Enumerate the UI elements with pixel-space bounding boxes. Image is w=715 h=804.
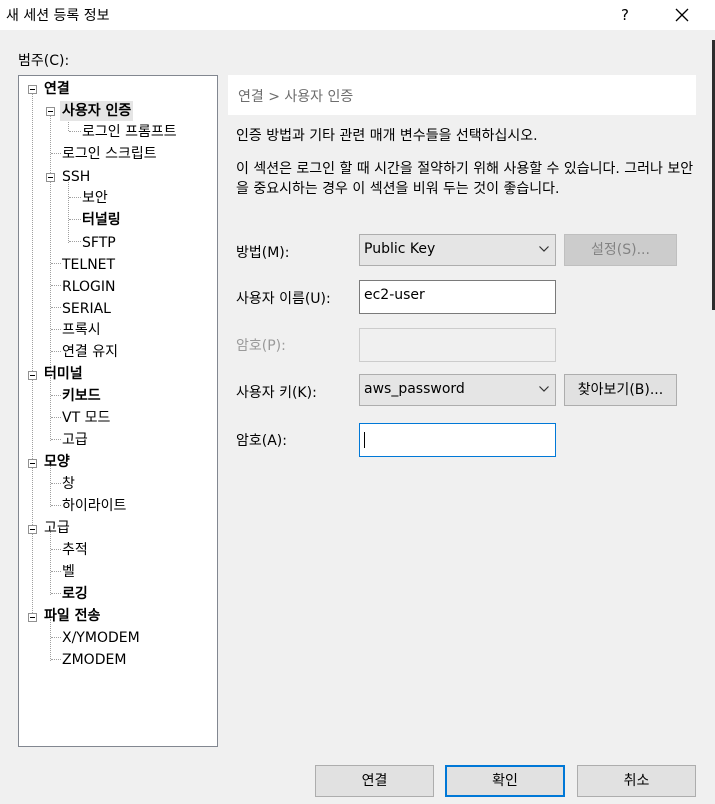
- tree-item-advanced[interactable]: 고급: [44, 518, 70, 538]
- tree-item-user-auth[interactable]: 사용자 인증: [60, 101, 134, 121]
- tree-item-security[interactable]: 보안: [82, 188, 108, 208]
- ok-button[interactable]: 확인: [445, 765, 565, 797]
- tree-item-file-transfer[interactable]: 파일 전송: [44, 606, 100, 626]
- tree-item-login-prompt[interactable]: 로그인 프롬프트: [82, 122, 177, 142]
- tree-connector: [51, 593, 61, 594]
- tree-item-vt-mode[interactable]: VT 모드: [62, 408, 110, 428]
- tree-connector: [51, 505, 61, 506]
- tree-item-telnet[interactable]: TELNET: [62, 255, 115, 275]
- tree-connector: [68, 179, 69, 243]
- tree-item-bell[interactable]: 벨: [62, 562, 75, 582]
- tree-item-keyboard[interactable]: 키보드: [62, 386, 101, 406]
- tree-item-tunneling[interactable]: 터널링: [82, 210, 121, 230]
- description-note: 이 섹션은 로그인 할 때 시간을 절약하기 위해 사용할 수 있습니다. 그러…: [236, 161, 694, 197]
- chevron-down-icon: [539, 386, 549, 392]
- collapse-toggle-icon[interactable]: [28, 85, 37, 94]
- tree-item-keepalive[interactable]: 연결 유지: [62, 342, 118, 362]
- category-tree[interactable]: 연결 사용자 인증 로그인 프롬프트 로그인 스크립트 SSH 보안 터널링 S…: [18, 75, 218, 747]
- tree-item-zmodem[interactable]: ZMODEM: [62, 650, 126, 670]
- tree-item-sftp[interactable]: SFTP: [82, 233, 116, 253]
- password-label: 암호(P):: [236, 338, 286, 354]
- tree-connector: [51, 659, 61, 660]
- tree-connector: [50, 531, 51, 595]
- tree-item-appearance[interactable]: 모양: [44, 452, 70, 472]
- tree-item-xymodem[interactable]: X/YMODEM: [62, 628, 140, 648]
- username-field[interactable]: ec2-user: [359, 280, 556, 314]
- tree-connector: [51, 285, 61, 286]
- method-label: 방법(M):: [236, 245, 290, 261]
- collapse-toggle-icon[interactable]: [28, 613, 37, 622]
- cancel-button[interactable]: 취소: [577, 765, 696, 797]
- userkey-label: 사용자 키(K):: [236, 385, 317, 401]
- close-button[interactable]: [666, 2, 698, 28]
- tree-connector: [51, 439, 61, 440]
- username-value: ec2-user: [364, 287, 425, 303]
- collapse-toggle-icon[interactable]: [46, 107, 55, 116]
- method-value: Public Key: [364, 241, 436, 257]
- tree-connector: [69, 131, 81, 132]
- collapse-toggle-icon[interactable]: [28, 525, 37, 534]
- tree-connector: [51, 395, 61, 396]
- section-header: 연결 > 사용자 인증: [228, 75, 696, 115]
- tree-item-ssh[interactable]: SSH: [62, 167, 90, 187]
- tree-item-connection[interactable]: 연결: [44, 79, 70, 99]
- userkey-value: aws_password: [364, 381, 465, 397]
- collapse-toggle-icon[interactable]: [46, 173, 55, 182]
- setup-button[interactable]: 설정(S)...: [564, 234, 677, 266]
- tree-item-window[interactable]: 창: [62, 474, 75, 494]
- breadcrumb: 연결 > 사용자 인증: [238, 89, 354, 105]
- tree-connector: [51, 549, 61, 550]
- password-field[interactable]: [359, 328, 556, 362]
- userkey-select[interactable]: aws_password: [359, 374, 556, 406]
- tree-item-rlogin[interactable]: RLOGIN: [62, 277, 116, 297]
- description-text: 인증 방법과 기타 관련 매개 변수들을 선택하십시오.: [236, 128, 538, 144]
- tree-connector: [51, 637, 61, 638]
- tree-connector: [69, 219, 81, 220]
- tree-connector: [51, 329, 61, 330]
- tree-item-logging[interactable]: 로깅: [62, 584, 88, 604]
- tree-item-terminal[interactable]: 터미널: [44, 364, 83, 384]
- title-bar: 새 세션 등록 정보 ?: [0, 0, 715, 30]
- username-label: 사용자 이름(U):: [236, 291, 331, 307]
- chevron-down-icon: [539, 246, 549, 252]
- method-select[interactable]: Public Key: [359, 234, 556, 266]
- collapse-toggle-icon[interactable]: [28, 459, 37, 468]
- tree-item-serial[interactable]: SERIAL: [62, 299, 111, 319]
- tree-connector: [51, 351, 61, 352]
- tree-connector: [51, 307, 61, 308]
- passphrase-field[interactable]: [359, 423, 556, 457]
- tree-connector: [69, 197, 81, 198]
- tree-connector: [50, 377, 51, 441]
- category-label: 범주(C):: [18, 53, 70, 69]
- tree-connector: [69, 241, 81, 242]
- window-title: 새 세션 등록 정보: [6, 8, 110, 24]
- tree-connector: [50, 113, 51, 371]
- tree-connector: [51, 417, 61, 418]
- tree-connector: [51, 263, 61, 264]
- tree-item-terminal-advanced[interactable]: 고급: [62, 430, 88, 450]
- collapse-toggle-icon[interactable]: [28, 371, 37, 380]
- tree-connector: [51, 153, 61, 154]
- close-icon: [675, 8, 689, 22]
- tree-connector: [32, 91, 33, 619]
- tree-item-login-script[interactable]: 로그인 스크립트: [62, 144, 157, 164]
- connect-button[interactable]: 연결: [315, 765, 434, 797]
- tree-item-highlight[interactable]: 하이라이트: [62, 496, 126, 516]
- passphrase-label: 암호(A):: [236, 433, 287, 449]
- text-caret: [364, 432, 365, 448]
- tree-item-proxy[interactable]: 프록시: [62, 320, 101, 340]
- tree-item-trace[interactable]: 추적: [62, 540, 88, 560]
- tree-connector: [51, 483, 61, 484]
- tree-connector: [51, 571, 61, 572]
- browse-button[interactable]: 찾아보기(B)...: [564, 374, 677, 406]
- help-button[interactable]: ?: [614, 4, 636, 26]
